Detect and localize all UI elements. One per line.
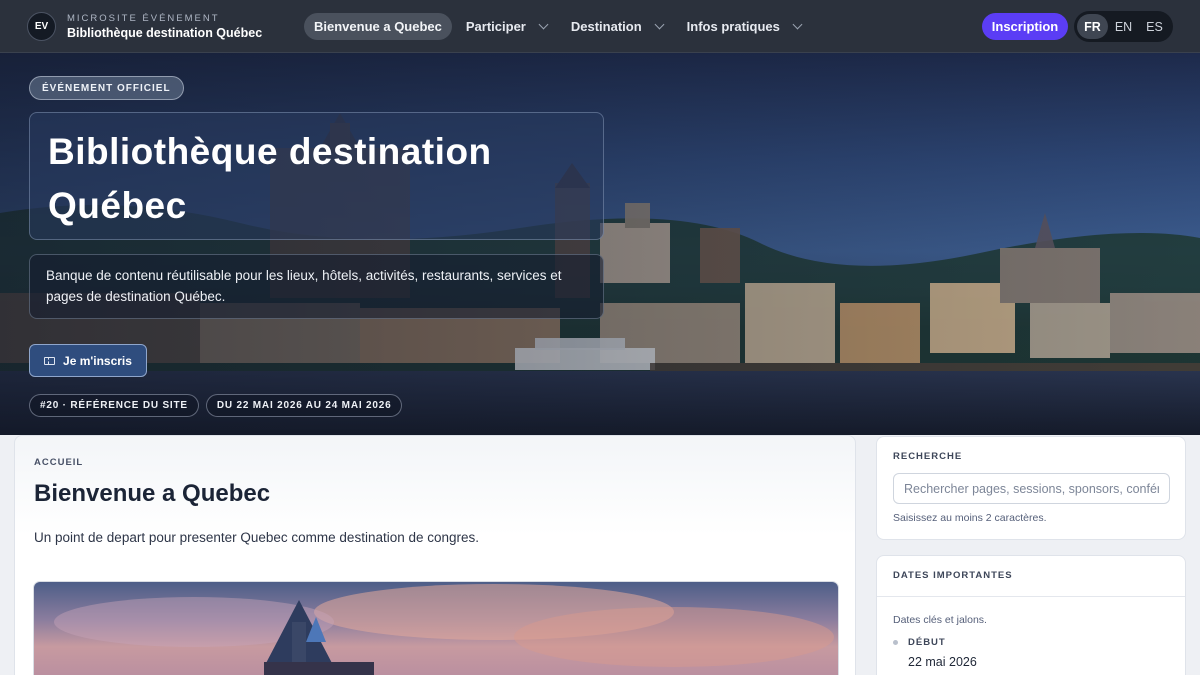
brand-name: Bibliothèque destination Québec — [67, 25, 263, 40]
logo-badge[interactable]: EV — [27, 11, 56, 41]
date-item-label: DÉBUT — [908, 637, 946, 648]
hero-description: Banque de contenu réutilisable pour les … — [29, 254, 604, 319]
chevron-down-icon — [792, 19, 803, 30]
main-menu: Bienvenue a Quebec Participer Destinatio… — [304, 13, 815, 40]
menu-item-infos-pratiques[interactable]: Infos pratiques — [677, 13, 811, 40]
lang-fr-button[interactable]: FR — [1077, 14, 1108, 39]
event-dates-badge: DU 22 MAI 2026 AU 24 MAI 2026 — [205, 394, 403, 417]
brand-kicker: MICROSITE ÉVÉNEMENT — [67, 12, 220, 24]
chevron-down-icon — [538, 19, 549, 30]
site-reference-badge: #20 · RÉFÉRENCE DU SITE — [29, 394, 199, 417]
menu-item-label: Infos pratiques — [686, 19, 780, 34]
search-panel: RECHERCHE Saisissez au moins 2 caractère… — [876, 436, 1186, 540]
lang-en-button[interactable]: EN — [1108, 14, 1139, 39]
page-title: Bienvenue a Quebec — [34, 480, 271, 507]
important-dates-title: DATES IMPORTANTES — [877, 556, 1185, 597]
register-button[interactable]: Je m'inscris — [29, 344, 147, 377]
ticket-icon — [44, 356, 56, 365]
date-item-value: 22 mai 2026 — [908, 655, 977, 669]
menu-item-label: Bienvenue a Quebec — [314, 19, 442, 34]
search-input[interactable] — [893, 473, 1170, 504]
inscription-button[interactable]: Inscription — [982, 13, 1068, 40]
language-switcher: FR EN ES — [1074, 11, 1173, 42]
hero-title: Bibliothèque destination Québec — [48, 125, 585, 233]
main-content-card: ACCUEIL Bienvenue a Quebec Un point de d… — [14, 435, 856, 675]
official-event-badge: ÉVÉNEMENT OFFICIEL — [29, 76, 184, 100]
hero-title-line: Québec — [48, 185, 187, 226]
hero-title-card: Bibliothèque destination Québec — [29, 112, 604, 240]
menu-item-destination[interactable]: Destination — [561, 13, 673, 40]
page-lead: Un point de depart pour presenter Quebec… — [34, 530, 480, 545]
timeline-dot-icon — [893, 640, 898, 645]
hero-overlay — [0, 53, 1200, 435]
important-dates-subtitle: Dates clés et jalons. — [893, 614, 987, 626]
register-button-label: Je m'inscris — [63, 353, 132, 368]
menu-item-participer[interactable]: Participer — [456, 13, 557, 40]
chevron-down-icon — [654, 19, 665, 30]
menu-item-bienvenue[interactable]: Bienvenue a Quebec — [304, 13, 452, 40]
search-panel-title: RECHERCHE — [893, 451, 963, 462]
top-nav: EV MICROSITE ÉVÉNEMENT Bibliothèque dest… — [0, 0, 1200, 53]
breadcrumb: ACCUEIL — [34, 457, 84, 468]
search-hint: Saisissez au moins 2 caractères. — [893, 512, 1047, 524]
brand[interactable]: MICROSITE ÉVÉNEMENT Bibliothèque destina… — [67, 13, 262, 40]
feature-image — [33, 581, 839, 675]
lang-es-button[interactable]: ES — [1139, 14, 1170, 39]
hero-title-line: Bibliothèque destination — [48, 131, 492, 172]
chateau-photo — [54, 584, 834, 675]
important-dates-panel: DATES IMPORTANTES Dates clés et jalons. … — [876, 555, 1186, 675]
menu-item-label: Participer — [465, 19, 526, 34]
menu-item-label: Destination — [570, 19, 642, 34]
hero-banner: ÉVÉNEMENT OFFICIEL Bibliothèque destinat… — [0, 53, 1200, 435]
hero-meta: #20 · RÉFÉRENCE DU SITE DU 22 MAI 2026 A… — [29, 394, 409, 417]
